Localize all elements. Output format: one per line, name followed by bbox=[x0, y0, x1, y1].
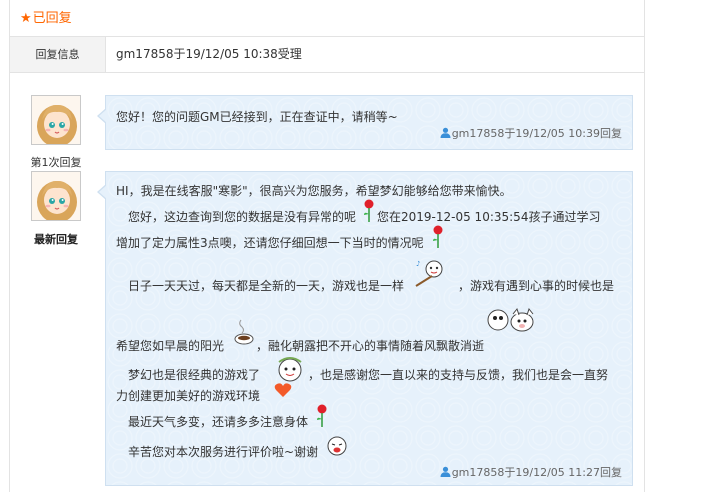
reply-label-latest: 最新回复 bbox=[34, 233, 78, 246]
reply-panel: ★已回复 回复信息 gm17858于19/12/05 10:38受理 第1次回复… bbox=[9, 0, 645, 492]
user-icon bbox=[440, 127, 451, 138]
reply-line: 日子一天天过，每天都是全新的一天，游戏也是一样 bbox=[128, 279, 405, 293]
reply-line: 梦幻也是很经典的游戏了 bbox=[128, 368, 261, 382]
rose-icon bbox=[433, 225, 443, 248]
coffee-icon bbox=[234, 319, 254, 345]
reply-line: HI，我是在线客服"寒影"，很高兴为您服务，希望梦幻能够给您带来愉快。 bbox=[116, 184, 512, 198]
reply-info-label: 回复信息 bbox=[10, 37, 106, 72]
reply-line: 您在2019-12-05 10:35:54孩子通过学习 bbox=[377, 210, 601, 224]
reply-meta: gm17858于19/12/05 11:27回复 bbox=[440, 464, 622, 480]
star-icon: ★ bbox=[20, 11, 32, 26]
reply-line: ，融化朝露把不开心的事情随着风飘散消逝 bbox=[256, 339, 485, 353]
reply-info-row: 回复信息 gm17858于19/12/05 10:38受理 bbox=[10, 37, 644, 73]
emoticon: ♪ bbox=[415, 260, 443, 287]
reply-line: 增加了定力属性3点噢，还请您仔细回想一下当时的情况呢 bbox=[116, 236, 424, 250]
reply-line: 辛苦您对本次服务进行评价啦~谢谢 bbox=[128, 445, 319, 459]
gm-avatar bbox=[31, 95, 81, 145]
reply-bubble-latest: HI，我是在线客服"寒影"，很高兴为您服务，希望梦幻能够给您带来愉快。 您好，这… bbox=[97, 171, 633, 486]
reply-line: ，也是感谢您一直以来的支持与反馈，我们也是会一直努 bbox=[308, 368, 609, 382]
reply-line: 最近天气多变，还请多多注意身体 bbox=[128, 415, 309, 429]
reply-line: 希望您如早晨的阳光 bbox=[116, 339, 225, 353]
reply-label-first: 第1次回复 bbox=[30, 156, 82, 169]
emoticon bbox=[487, 307, 534, 332]
reply-status-title: 已回复 bbox=[32, 11, 72, 26]
reply-text: 您好！您的问题GM已经接到，正在查证中，请稍等~ bbox=[116, 110, 398, 124]
reply-meta: gm17858于19/12/05 10:39回复 bbox=[440, 125, 622, 141]
emoticon bbox=[278, 357, 302, 382]
reply-line: 您好，这边查询到您的数据是没有异常的呢 bbox=[128, 210, 357, 224]
user-icon bbox=[440, 466, 451, 477]
rose-icon bbox=[317, 404, 327, 427]
heart-icon bbox=[274, 383, 292, 397]
svg-text:♪: ♪ bbox=[416, 260, 420, 268]
reply-line: 力创建更加美好的游戏环境 bbox=[116, 389, 261, 403]
gm-avatar bbox=[31, 171, 81, 221]
reply-line: ，游戏有遇到心事的时候也是 bbox=[458, 279, 615, 293]
reply-status-header: ★已回复 bbox=[10, 0, 644, 37]
emoticon bbox=[327, 436, 347, 456]
rose-icon bbox=[364, 199, 374, 222]
reply-info-value: gm17858于19/12/05 10:38受理 bbox=[116, 47, 302, 61]
reply-bubble-first: 您好！您的问题GM已经接到，正在查证中，请稍等~ gm17858于19/12/0… bbox=[97, 95, 633, 150]
